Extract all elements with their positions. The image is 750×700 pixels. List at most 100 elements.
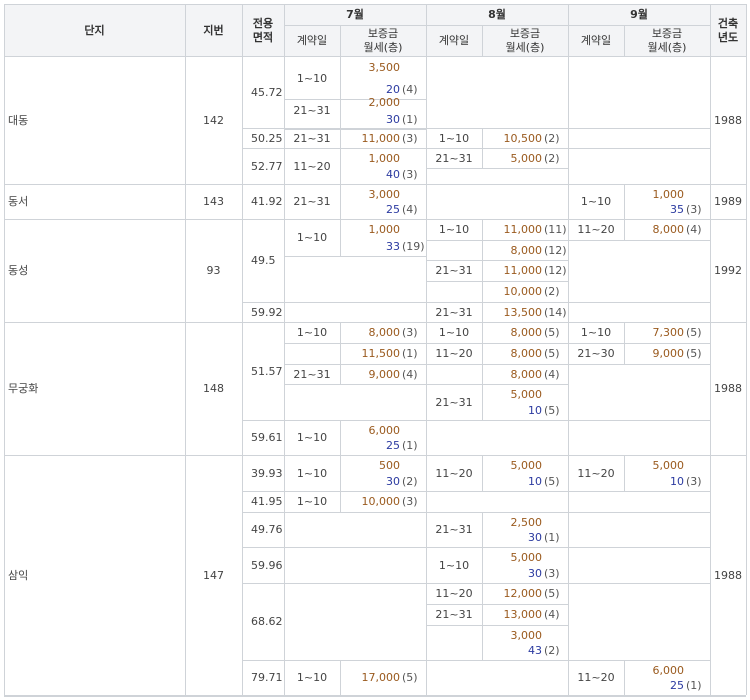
area-value: 50.25: [251, 131, 283, 145]
entry-border: [426, 491, 568, 492]
floor-number: (19): [402, 239, 425, 253]
contract-day: 1~10: [296, 495, 328, 508]
monthly-rent: 33: [386, 239, 400, 253]
entry-border: [426, 322, 568, 323]
floor-number: (4): [402, 202, 418, 216]
complex-jibeon: 148: [203, 382, 224, 395]
floor-number: (5): [544, 403, 560, 417]
entry-border: [426, 148, 568, 149]
floor-number: (5): [686, 326, 702, 339]
floor-number: (12): [544, 243, 567, 257]
floor-number: (12): [544, 264, 567, 277]
deposit-amount: 8,000: [510, 243, 543, 257]
entry-border: [426, 168, 568, 169]
floor-number: (3): [402, 167, 418, 181]
deposit-amount: 8,000: [652, 223, 685, 236]
floor-number: (4): [402, 367, 418, 381]
contract-day: 21~31: [435, 523, 473, 536]
complex-built-year: 1988: [714, 568, 742, 582]
contract-day: 11~20: [577, 671, 615, 684]
entry-border: [568, 364, 710, 365]
contract-day: 21~31: [293, 195, 331, 208]
header-bottom-border: [4, 56, 746, 57]
entry-border: [284, 184, 426, 185]
floor-number: (4): [544, 367, 560, 381]
header-contract-day: 계약일: [580, 34, 612, 47]
header-area-line2: 면적: [252, 30, 274, 44]
floor-number: (4): [544, 608, 560, 621]
deposit-amount: 7,300: [652, 326, 685, 339]
monthly-rent: 30: [528, 566, 542, 580]
entry-border: [284, 343, 426, 344]
deposit-amount: 3,000: [510, 628, 543, 642]
contract-day: 1~10: [296, 431, 328, 444]
entry-border: [426, 364, 568, 365]
header-contract-day: 계약일: [438, 34, 470, 47]
deposit-amount: 2,000: [368, 95, 401, 109]
complex-jibeon: 147: [203, 568, 224, 582]
entry-border: [426, 583, 568, 584]
monthly-rent: 40: [386, 167, 400, 181]
column-line: [710, 4, 711, 695]
contract-day: 21~31: [293, 104, 331, 117]
contract-day: 1~10: [296, 326, 328, 339]
contract-day: 11~20: [577, 223, 615, 236]
column-line: [185, 4, 186, 695]
entry-border: [568, 343, 710, 344]
rent-transaction-table: 단지 지번 전용 면적 건축 년도 7월 계약일 보증금 월세(층) 8월 계약일 보증금 월세(층) 9월…: [0, 0, 750, 700]
entry-border: [426, 343, 568, 344]
header-subcolumn-line: [340, 25, 341, 56]
entry-border: [284, 148, 426, 149]
contract-day: 21~31: [293, 367, 331, 381]
monthly-rent: 30: [386, 474, 400, 488]
monthly-rent: 30: [528, 530, 542, 544]
complex-jibeon: 93: [206, 264, 221, 277]
entry-border: [284, 364, 426, 365]
contract-day: 21~31: [435, 608, 473, 621]
entry-border: [426, 660, 568, 661]
area-value: 51.57: [251, 364, 283, 378]
deposit-amount: 12,000: [503, 587, 543, 600]
header-jibeon: 지번: [203, 23, 224, 37]
floor-number: (3): [686, 202, 702, 216]
deposit-amount: 10,500: [503, 131, 543, 145]
header-danji: 단지: [84, 23, 105, 37]
floor-number: (1): [402, 438, 418, 452]
floor-number: (2): [402, 474, 418, 488]
contract-day: 1~10: [296, 466, 328, 480]
deposit-amount: 3,000: [368, 187, 401, 201]
deposit-amount: 2,500: [510, 515, 543, 529]
contract-day: 21~31: [435, 264, 473, 277]
area-value: 52.77: [251, 159, 283, 173]
header-deposit: 보증금: [651, 27, 683, 40]
floor-number: (5): [544, 474, 560, 488]
floor-number: (2): [544, 285, 560, 298]
header-month-9: 9월: [630, 8, 648, 21]
floor-number: (5): [544, 587, 560, 600]
floor-number: (5): [686, 347, 702, 360]
deposit-amount: 8,000: [368, 326, 401, 339]
contract-day: 1~10: [438, 558, 470, 572]
deposit-amount: 10,000: [361, 495, 401, 508]
area-value: 68.62: [251, 615, 283, 628]
entry-border: [284, 384, 426, 385]
floor-number: (2): [544, 131, 560, 145]
header-deposit: 보증금: [367, 27, 399, 40]
deposit-amount: 11,500: [361, 347, 401, 360]
header-built-line2: 년도: [717, 30, 739, 44]
area-value: 49.76: [251, 523, 283, 536]
floor-number: (4): [402, 82, 418, 96]
complex-built-year: 1988: [714, 382, 742, 395]
complex-row-border: [4, 322, 746, 323]
monthly-rent: 25: [386, 438, 400, 452]
contract-day: 1~10: [296, 71, 328, 85]
header-month-8: 8월: [488, 8, 506, 21]
entry-border: [284, 256, 426, 257]
complex-name: 동성: [8, 264, 29, 277]
entry-border: [284, 455, 426, 456]
area-value: 49.5: [251, 254, 276, 267]
monthly-rent: 10: [528, 403, 542, 417]
deposit-amount: 10,000: [503, 285, 543, 298]
deposit-amount: 500: [379, 458, 400, 472]
deposit-amount: 8,000: [510, 367, 543, 381]
